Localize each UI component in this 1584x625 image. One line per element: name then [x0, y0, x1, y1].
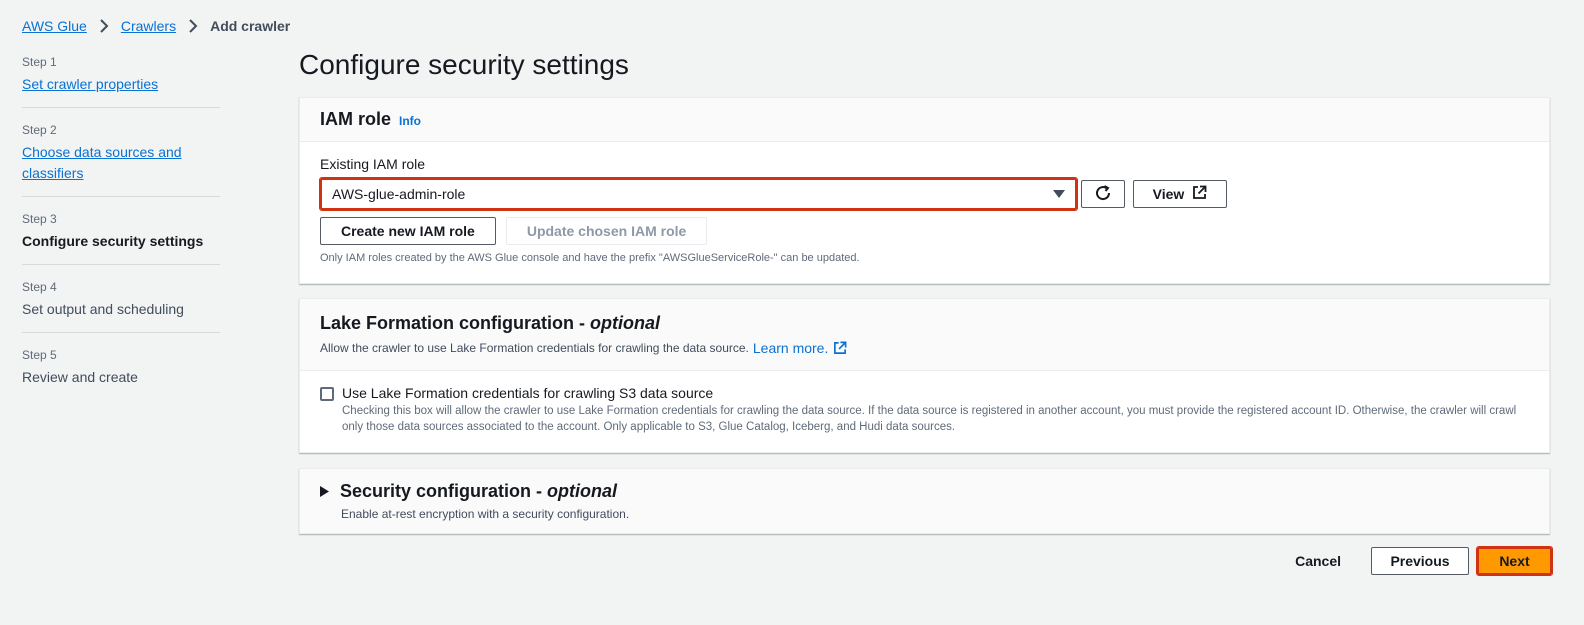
lake-formation-header: Lake Formation configuration - optional …: [300, 299, 1549, 371]
caret-right-icon[interactable]: [320, 486, 329, 497]
lake-formation-checkbox[interactable]: [320, 387, 334, 401]
lake-formation-description: Allow the crawler to use Lake Formation …: [320, 341, 749, 355]
step-current-configure-security: Configure security settings: [22, 233, 204, 249]
lake-formation-checkbox-label[interactable]: Use Lake Formation credentials for crawl…: [342, 385, 713, 401]
iam-role-panel: IAM role Info Existing IAM role AWS-glue…: [299, 97, 1550, 284]
caret-down-icon: [1053, 186, 1065, 202]
optional-label: optional: [547, 481, 618, 501]
breadcrumb: AWS Glue Crawlers Add crawler: [22, 17, 290, 35]
view-button-label: View: [1152, 186, 1185, 202]
existing-iam-role-label: Existing IAM role: [320, 156, 426, 172]
wizard-steps: Step 1 Set crawler properties Step 2 Cho…: [22, 52, 220, 412]
breadcrumb-current: Add crawler: [210, 18, 291, 34]
chevron-right-icon: [184, 17, 202, 35]
learn-more-link[interactable]: Learn more.: [753, 340, 847, 356]
iam-role-hint: Only IAM roles created by the AWS Glue c…: [320, 252, 860, 264]
step-number: Step 3: [22, 212, 57, 226]
lake-formation-title: Lake Formation configuration -: [320, 313, 586, 333]
lake-formation-body: Use Lake Formation credentials for crawl…: [300, 371, 1549, 453]
update-chosen-iam-role-button[interactable]: Update chosen IAM role: [505, 217, 708, 245]
chevron-right-icon: [95, 17, 113, 35]
security-configuration-panel: Security configuration - optional Enable…: [299, 468, 1550, 534]
iam-role-header: IAM role Info: [300, 98, 1549, 142]
refresh-button[interactable]: [1081, 180, 1125, 208]
step-link-choose-data-sources[interactable]: Choose data sources and classifiers: [22, 142, 182, 184]
step-review-create: Review and create: [22, 369, 138, 385]
step-link-set-crawler-properties[interactable]: Set crawler properties: [22, 74, 220, 95]
next-button[interactable]: Next: [1476, 546, 1553, 576]
cancel-button[interactable]: Cancel: [1295, 553, 1341, 569]
breadcrumb-crawlers[interactable]: Crawlers: [121, 18, 176, 34]
step-3: Step 3 Configure security settings: [22, 209, 220, 265]
step-number: Step 2: [22, 123, 57, 137]
optional-label: optional: [590, 313, 661, 333]
step-number: Step 5: [22, 348, 57, 362]
security-configuration-header[interactable]: Security configuration - optional Enable…: [300, 469, 1549, 521]
create-new-iam-role-button[interactable]: Create new IAM role: [320, 217, 496, 245]
step-1: Step 1 Set crawler properties: [22, 52, 220, 108]
info-link[interactable]: Info: [399, 114, 421, 128]
learn-more-label: Learn more.: [752, 340, 829, 356]
step-5: Step 5 Review and create: [22, 345, 220, 400]
security-configuration-title: Security configuration -: [340, 481, 543, 501]
external-link-icon: [833, 341, 847, 355]
step-4: Step 4 Set output and scheduling: [22, 277, 220, 333]
lake-formation-checkbox-description: Checking this box will allow the crawler…: [342, 405, 1517, 433]
iam-role-select[interactable]: AWS-glue-admin-role: [319, 177, 1078, 211]
page-title: Configure security settings: [299, 49, 629, 80]
iam-role-title: IAM role: [320, 109, 392, 129]
breadcrumb-aws-glue[interactable]: AWS Glue: [22, 18, 87, 34]
step-number: Step 1: [22, 55, 57, 69]
step-2: Step 2 Choose data sources and classifie…: [22, 120, 220, 197]
lake-formation-panel: Lake Formation configuration - optional …: [299, 298, 1550, 453]
external-link-icon: [1192, 185, 1207, 203]
refresh-icon: [1094, 184, 1112, 205]
step-set-output-scheduling: Set output and scheduling: [22, 301, 184, 317]
previous-button[interactable]: Previous: [1371, 547, 1469, 575]
iam-role-selected-value: AWS-glue-admin-role: [332, 186, 466, 202]
step-number: Step 4: [22, 280, 57, 294]
security-configuration-description: Enable at-rest encryption with a securit…: [341, 507, 630, 521]
view-button[interactable]: View: [1133, 180, 1227, 208]
wizard-footer: Cancel Previous Next: [1295, 546, 1553, 576]
iam-role-body: Existing IAM role AWS-glue-admin-role Vi…: [300, 142, 1549, 282]
